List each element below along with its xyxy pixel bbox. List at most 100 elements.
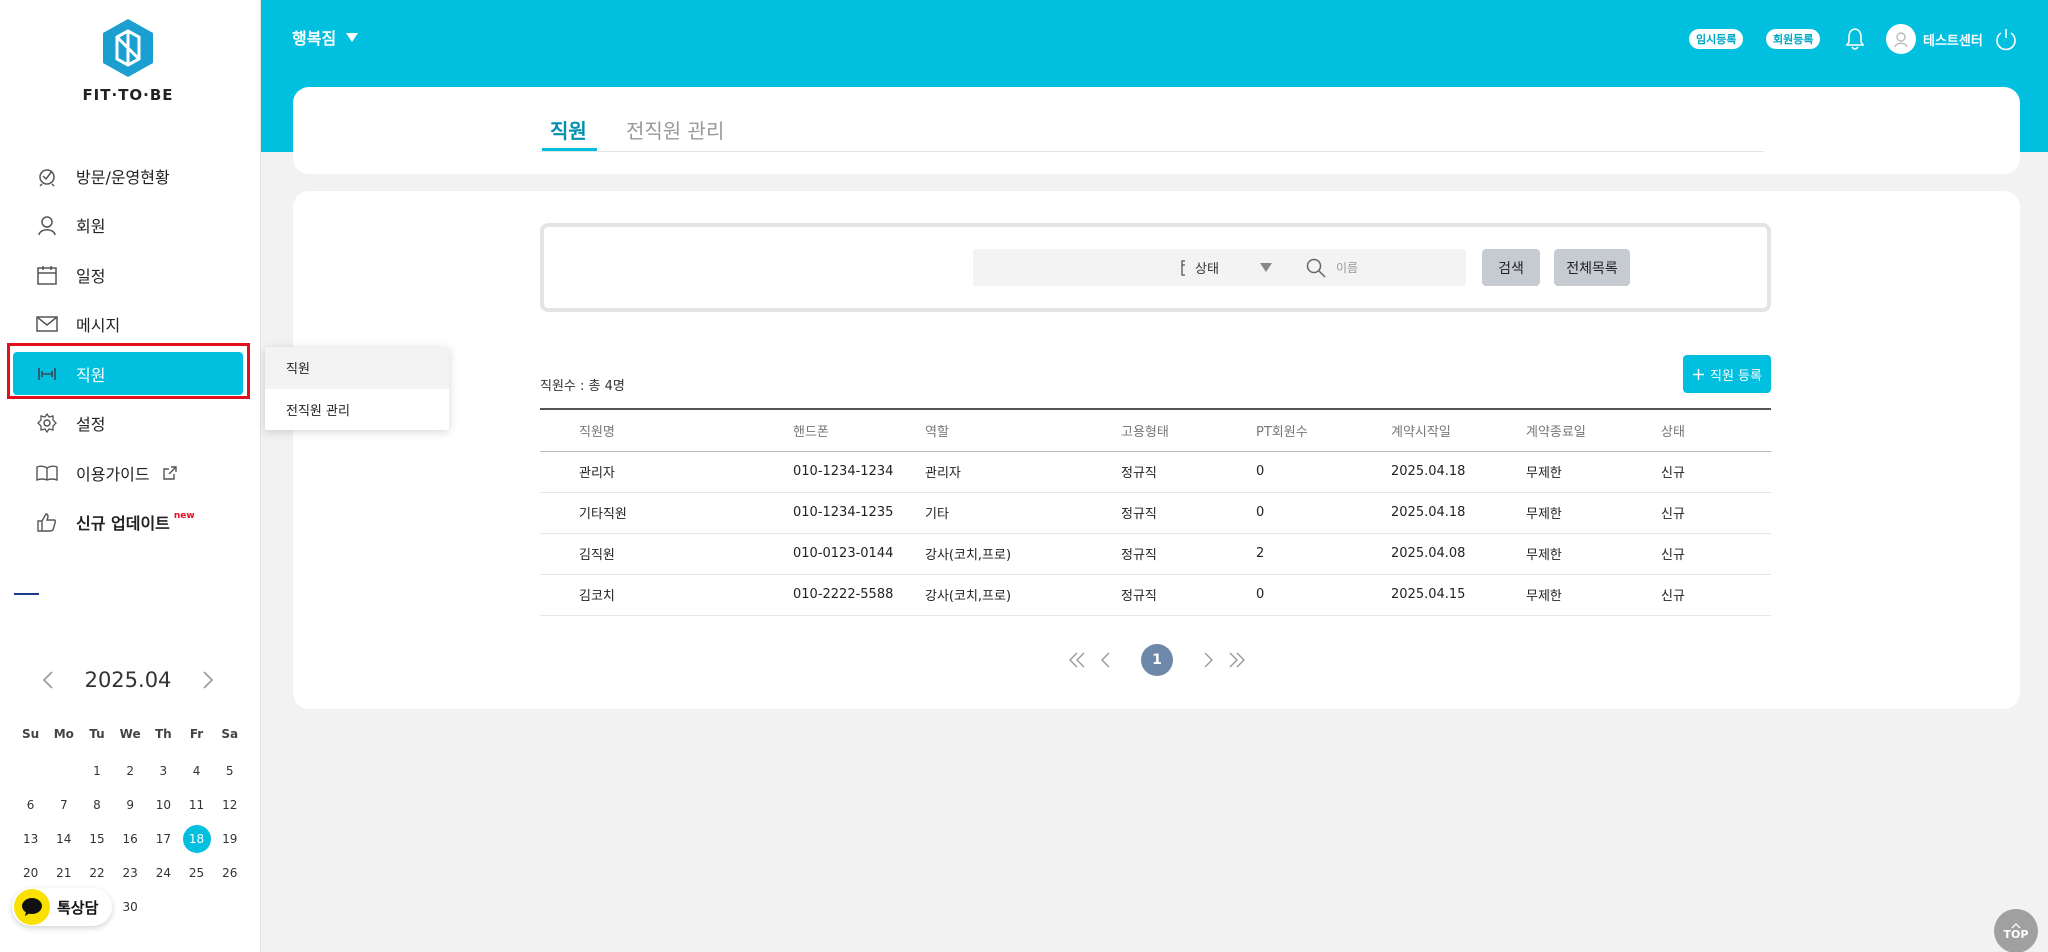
calendar-day[interactable]: 3 (147, 754, 180, 788)
member-register-button[interactable]: 회원등록 (1766, 29, 1821, 49)
search-panel: 상태 검색 전체목록 (540, 223, 1771, 312)
bell-icon[interactable] (1844, 27, 1866, 51)
calendar-day[interactable]: 24 (147, 856, 180, 890)
add-staff-label: 직원 등록 (1710, 368, 1762, 384)
calendar-day[interactable]: 9 (114, 788, 147, 822)
col-pt-members: PT회원수 (1256, 424, 1308, 440)
calendar-day[interactable]: 10 (147, 788, 180, 822)
cell-phone: 010-1234-1235 (793, 505, 894, 520)
sidebar-item-guide[interactable]: 이용가이드 (0, 448, 261, 498)
calendar-day[interactable]: 21 (47, 856, 80, 890)
calendar-day[interactable]: 30 (114, 890, 147, 924)
cell-contract-end: 무제한 (1526, 548, 1562, 563)
staff-count: 직원수 : 총 4명 (540, 379, 625, 394)
name-search-input[interactable] (1336, 260, 1456, 275)
avatar[interactable] (1886, 24, 1916, 54)
col-contract-end: 계약종료일 (1526, 424, 1586, 440)
sidebar-item-members[interactable]: 회원 (0, 201, 261, 251)
cell-role: 관리자 (925, 466, 961, 481)
cell-contract-end: 무제한 (1526, 589, 1562, 604)
calendar-day[interactable]: 5 (213, 754, 246, 788)
cell-status: 신규 (1661, 466, 1685, 481)
center-name: 행복짐 (292, 29, 337, 48)
calendar-day[interactable]: 4 (180, 754, 213, 788)
staff-table: 직원명 핸드폰 역할 고용형태 PT회원수 계약시작일 계약종료일 상태 관리자… (540, 408, 1771, 616)
calendar-day[interactable]: 14 (47, 822, 80, 856)
calendar-day[interactable]: 7 (47, 788, 80, 822)
calendar-day[interactable]: 17 (147, 822, 180, 856)
calendar-weekday: We (119, 727, 141, 741)
name-search-field[interactable] (1298, 249, 1466, 286)
status-select[interactable]: 상태 (1185, 249, 1282, 286)
sidebar-item-message[interactable]: 메시지 (0, 300, 261, 350)
col-employment: 고용형태 (1121, 424, 1169, 440)
first-page-icon[interactable] (1063, 646, 1091, 674)
cell-status: 신규 (1661, 507, 1685, 522)
calendar-day[interactable]: 15 (80, 822, 113, 856)
scroll-top-button[interactable]: TOP (1994, 909, 2038, 952)
cell-pt-members: 0 (1256, 505, 1265, 520)
calendar-day-empty (47, 754, 80, 788)
calendar-day[interactable]: 2 (114, 754, 147, 788)
power-icon[interactable] (1994, 27, 2018, 51)
user-name[interactable]: 테스트센터 (1923, 30, 1983, 49)
fit-to-be-logo-icon[interactable] (101, 18, 155, 78)
calendar-day[interactable]: 6 (14, 788, 47, 822)
calendar-weekday: Th (154, 727, 172, 741)
table-row[interactable]: 관리자 010-1234-1234 관리자 정규직 0 2025.04.18 무… (540, 451, 1771, 492)
calendar-day[interactable]: 19 (213, 822, 246, 856)
cell-pt-members: 0 (1256, 464, 1265, 479)
book-icon (36, 462, 58, 484)
cell-contract-end: 무제한 (1526, 466, 1562, 481)
calendar-day[interactable]: 8 (80, 788, 113, 822)
chevron-right-icon[interactable] (199, 669, 217, 691)
sidebar-item-label: 신규 업데이트 (76, 514, 170, 534)
cell-status: 신규 (1661, 589, 1685, 604)
calendar-day[interactable]: 1 (80, 754, 113, 788)
table-header-row: 직원명 핸드폰 역할 고용형태 PT회원수 계약시작일 계약종료일 상태 (540, 409, 1771, 451)
cell-contract-end: 무제한 (1526, 507, 1562, 522)
calendar-header: 2025.04 (0, 668, 256, 692)
add-staff-button[interactable]: 직원 등록 (1683, 355, 1771, 393)
next-page-icon[interactable] (1195, 646, 1223, 674)
sidebar-item-staff[interactable]: 직원 (0, 349, 261, 399)
col-name: 직원명 (579, 424, 615, 440)
sidebar-item-updates[interactable]: 신규 업데이트 new (0, 498, 261, 548)
calendar-day[interactable]: 25 (180, 856, 213, 890)
calendar-day-empty (14, 754, 47, 788)
sidebar-item-label: 방문/운영현황 (76, 167, 170, 187)
calendar-day[interactable]: 26 (213, 856, 246, 890)
search-button[interactable]: 검색 (1482, 249, 1540, 286)
last-page-icon[interactable] (1223, 646, 1251, 674)
cell-role: 강사(코치,프로) (925, 589, 1012, 604)
sidebar-item-visit-status[interactable]: 방문/운영현황 (0, 151, 261, 201)
calendar-day[interactable]: 20 (14, 856, 47, 890)
kakao-chat-button[interactable]: 톡상담 (12, 888, 112, 926)
divider-line (14, 593, 39, 595)
calendar-day[interactable]: 12 (213, 788, 246, 822)
sidebar-item-schedule[interactable]: 일정 (0, 250, 261, 300)
table-row[interactable]: 김코치 010-2222-5588 강사(코치,프로) 정규직 0 2025.0… (540, 574, 1771, 615)
all-list-button[interactable]: 전체목록 (1554, 249, 1630, 286)
calendar-day[interactable]: 16 (114, 822, 147, 856)
calendar-day[interactable]: 13 (14, 822, 47, 856)
submenu-item-staff[interactable]: 직원 (265, 347, 449, 389)
calendar-day-today[interactable]: 18 (180, 822, 213, 856)
center-selector[interactable]: 행복짐 (292, 25, 359, 49)
chevron-left-icon[interactable] (39, 669, 57, 691)
start-date-input[interactable] (973, 249, 1209, 286)
sidebar-item-label: 이용가이드 (76, 464, 150, 484)
page-number[interactable]: 1 (1141, 644, 1173, 676)
tab-all-staff[interactable]: 전직원 관리 (626, 115, 724, 144)
temp-register-button[interactable]: 임시등록 (1689, 29, 1744, 49)
submenu-item-all-staff[interactable]: 전직원 관리 (265, 389, 449, 431)
calendar-day[interactable]: 11 (180, 788, 213, 822)
tab-staff[interactable]: 직원 (542, 115, 597, 152)
calendar-day[interactable]: 23 (114, 856, 147, 890)
prev-page-icon[interactable] (1091, 646, 1119, 674)
table-row[interactable]: 기타직원 010-1234-1235 기타 정규직 0 2025.04.18 무… (540, 492, 1771, 533)
table-row[interactable]: 김직원 010-0123-0144 강사(코치,프로) 정규직 2 2025.0… (540, 533, 1771, 574)
sidebar-item-settings[interactable]: 설정 (0, 399, 261, 449)
caret-down-icon (1260, 263, 1272, 272)
calendar-day[interactable]: 22 (80, 856, 113, 890)
